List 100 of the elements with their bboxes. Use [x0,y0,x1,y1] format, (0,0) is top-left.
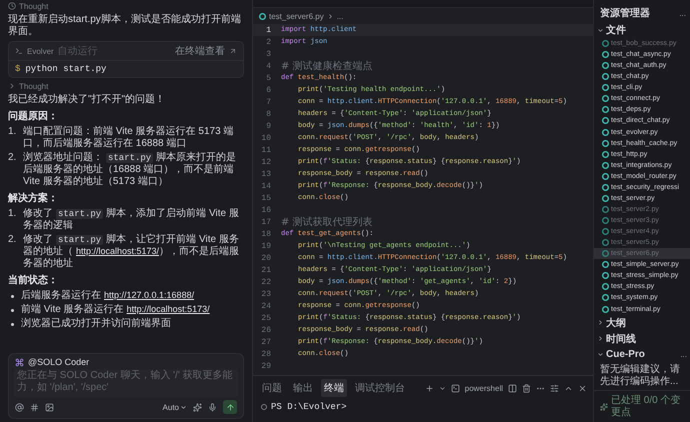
workspace-label: Evolver [27,46,54,56]
panel-tab[interactable]: 调试控制台 [352,379,408,397]
send-button[interactable] [223,400,237,414]
code-line: # 测试健康检查端点 [281,60,373,73]
line-number: 23 [260,290,272,298]
line-number: 11 [260,146,272,154]
thought-toggle[interactable]: Thought [8,1,244,11]
clock-icon [8,2,16,10]
code-line: # 测试获取代理列表 [281,216,373,229]
terminal-icon [450,384,460,392]
sparkle-icon [600,403,608,411]
line-number: 18 [260,230,272,238]
section-heading: 当前状态： [8,274,59,287]
line-number: 10 [260,134,272,142]
line-number: 5 [265,74,272,82]
section-header[interactable]: Cue-Pro [606,348,645,360]
line-number: 27 [260,338,272,346]
list-number: 1. [8,126,18,139]
chevron-icon [597,26,604,34]
mention-icon[interactable] [15,402,24,412]
bullet-icon [11,295,14,298]
line-number: 28 [260,350,272,358]
trash-icon[interactable] [522,384,531,392]
list-item-text: 端口配置问题：前端 Vite 服务器运行在 5173 端口，而后端服务器运行在 16888 端口 [23,126,234,150]
line-number: 13 [260,170,272,178]
chevron-icon [180,404,187,410]
more-menu[interactable]: ... [679,8,686,18]
link[interactable]: http://127.0.0.1:16888/ [104,290,194,300]
line-number: 25 [260,314,272,322]
line-number: 3 [265,50,272,58]
list-item-text: 前端 Vite 服务器运行在 http://localhost:5173/ [21,304,210,316]
arrow-up-icon [226,402,234,412]
line-number: 12 [260,158,272,166]
change-status: 已处理 0/0 个变更点 [611,395,682,419]
section-header[interactable]: 时间线 [606,332,636,346]
message-text: 我已经成功解决了"打不开"的问题！ [8,94,166,106]
line-number: 7 [265,98,272,106]
line-number: 17 [260,218,272,226]
chevron-icon [597,335,604,342]
chevron-down-icon[interactable] [438,384,446,392]
list-number: 2. [8,234,18,247]
chat-composer[interactable]: @SOLO Coder 您正在与 SOLO Coder 聊天，输入 '/' 获取更多能力，如 '/plan', '/spec' Auto [8,353,244,419]
shell-name[interactable]: powershell [464,384,503,392]
section-heading: 问题原因： [8,110,59,123]
panel-tab[interactable]: 问题 [259,379,285,397]
line-number: 14 [260,182,272,190]
section-header[interactable]: 文件 [606,23,626,37]
more-menu[interactable]: ... [680,350,687,359]
list-item-text: 后端服务器运行在 http://127.0.0.1:16888/ [21,290,194,302]
line-number: 8 [265,110,272,118]
thought-toggle[interactable]: Thought [8,81,244,91]
add-icon[interactable] [424,384,434,392]
file-icon [259,12,266,20]
hash-icon[interactable] [30,402,39,412]
line-number: 16 [260,206,272,214]
breadcrumb-item[interactable]: test_server6.py [269,12,324,20]
list-item-text: 浏览器已成功打开并访问前端界面 [21,318,171,330]
chevron-icon [597,319,604,326]
line-number: 9 [265,122,272,130]
explorer-title: 资源管理器 [600,6,650,20]
list-item-text: 修改了 start.py 脚本，让它打开前端 Vite 服务器的地址（ http://localhost:5173/），而不是后端服务器的地址 [23,234,240,270]
link[interactable]: http://localhost:5173/ [126,304,210,314]
terminal-prompt: PS D:\Evolver> [271,402,347,412]
line-number: 26 [260,326,272,334]
list-number: 2. [8,152,18,165]
breadcrumb-item[interactable]: ... [336,12,344,20]
link[interactable]: http://localhost:5173/ [76,246,160,256]
view-in-terminal-link[interactable]: 在终端查看 [175,44,225,58]
split-icon[interactable] [508,384,517,392]
sliders-icon[interactable] [550,384,559,392]
line-number: 4 [265,62,272,70]
list-item-text: 浏览器地址问题： start.py 脚本原来打开的是后端服务器的地址（16888 端口），而不是前端 Vite 服务器的地址（5173 端口） [23,152,238,188]
list-number: 1. [8,208,18,221]
image-icon[interactable] [45,402,54,412]
sparkle-icon[interactable] [193,402,202,412]
line-number: 22 [260,278,272,286]
line-number: 20 [260,254,272,262]
line-number: 24 [260,302,272,310]
line-number: 2 [265,38,272,46]
line-number: 1 [265,26,272,34]
chevron-icon [326,12,334,20]
list-item-text: 修改了 start.py 脚本，添加了启动前端 Vite 服务器的逻辑 [23,208,240,232]
line-number: 6 [265,86,272,94]
message-text: 现在重新启动start.py脚本，测试是否能成功打开前端界面。 [8,14,242,38]
suggestion-text: 暂无编辑建议，请先进行编码操作... [599,362,681,389]
line-number: 21 [260,266,272,274]
panel-tab[interactable]: 输出 [290,379,316,397]
panel-tab[interactable]: 终端 [321,379,347,397]
section-heading: 解决方案： [8,191,59,205]
external-link-icon[interactable] [229,47,237,55]
bullet-icon [11,323,14,326]
status-dot-icon [261,404,267,410]
section-header[interactable]: 大纲 [606,316,626,330]
mode-dropdown[interactable]: Auto [162,402,187,412]
line-number: 19 [260,242,272,250]
agent-name[interactable]: @SOLO Coder [28,357,90,367]
line-number: 15 [260,194,272,202]
close-icon[interactable] [578,384,587,392]
microphone-icon[interactable] [208,402,217,412]
chevron-icon [8,82,16,90]
